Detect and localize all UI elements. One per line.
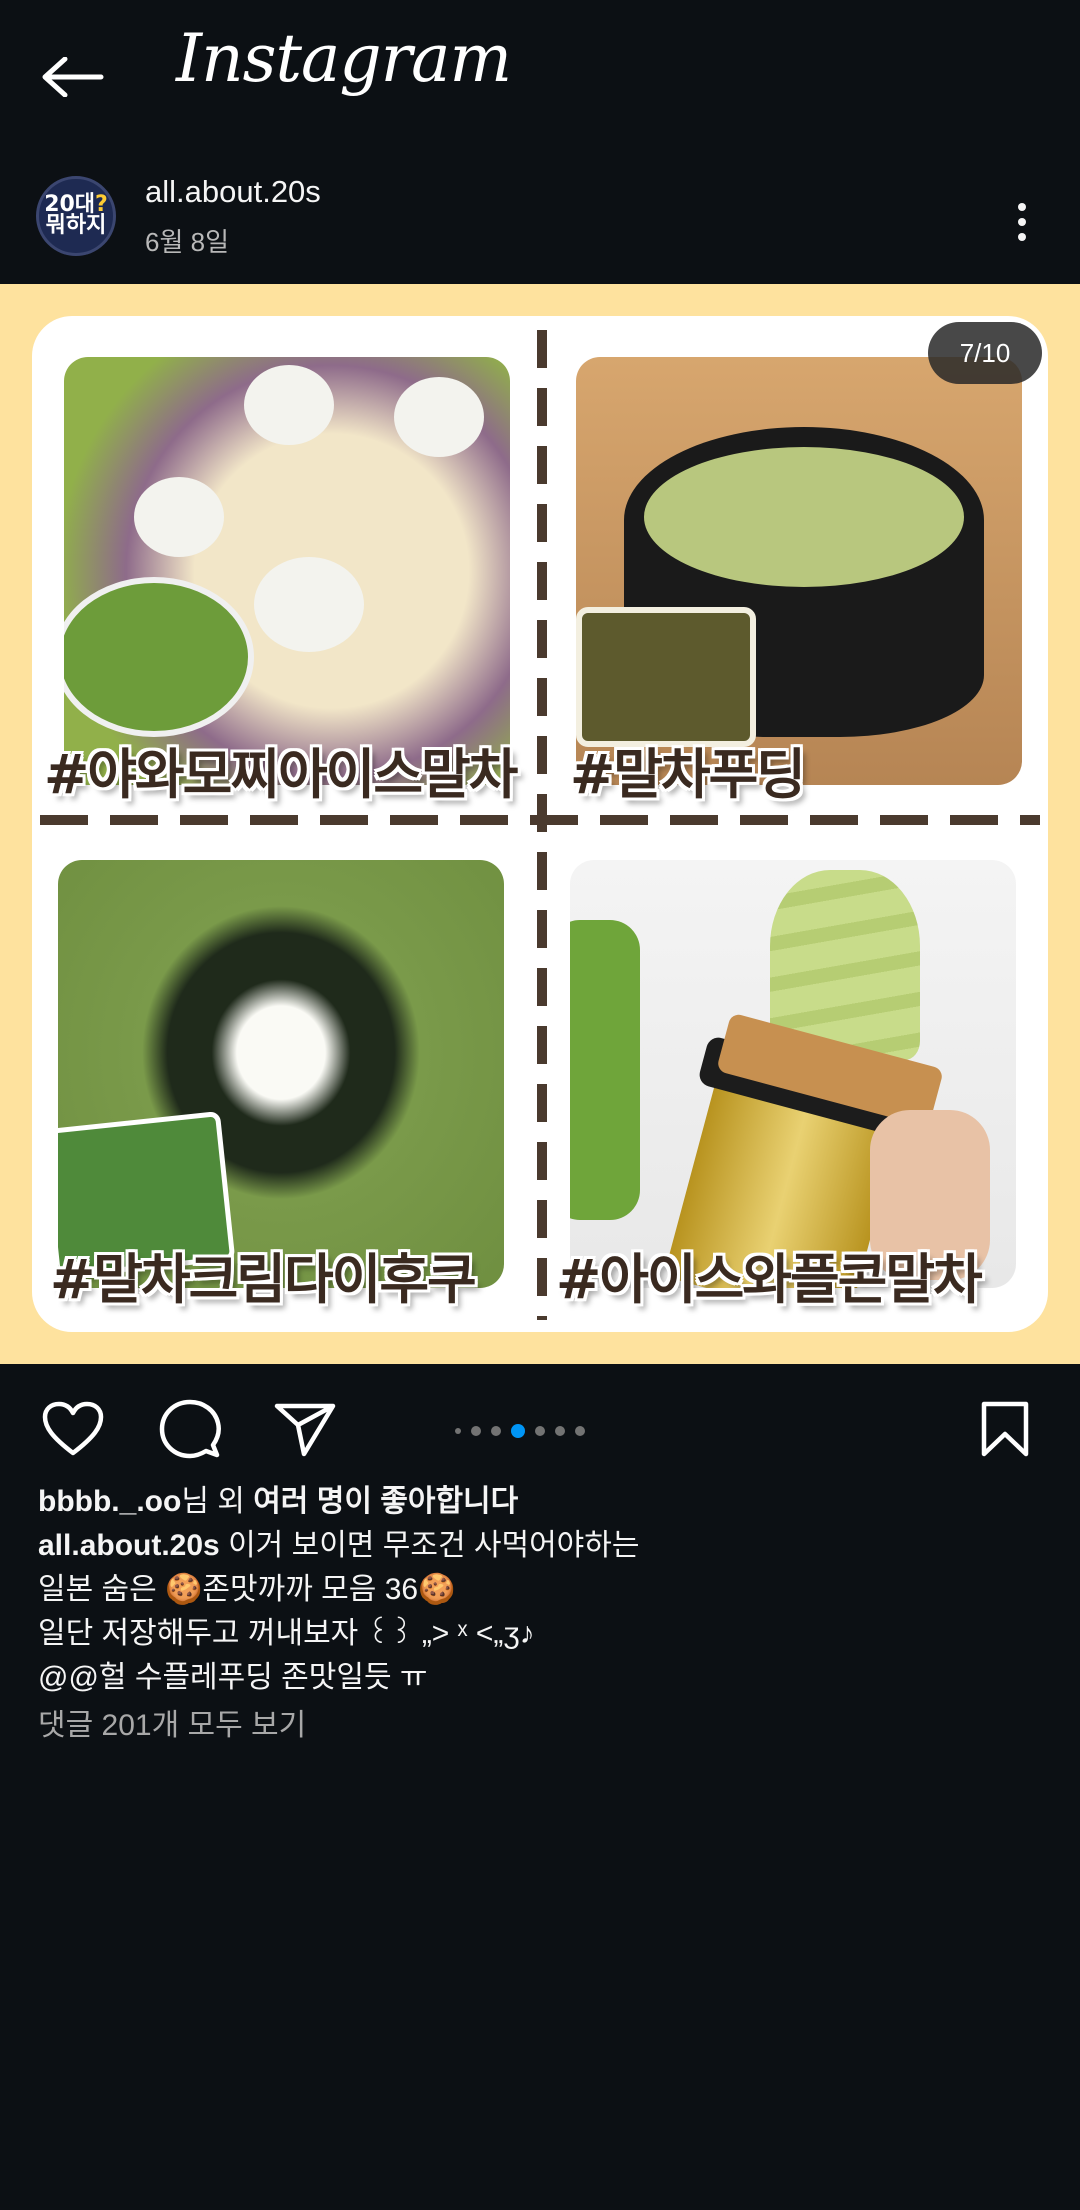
likes-user[interactable]: bbbb._.oo [38, 1485, 181, 1518]
photo-ice-waffle-cone-matcha [570, 860, 1016, 1288]
more-dot-icon [1018, 218, 1026, 226]
avatar[interactable]: 20대? 뭐하지 [36, 176, 116, 256]
likes-count-text[interactable]: 여러 명이 좋아합니다 [253, 1485, 518, 1518]
hashtag-label: #아이스와플콘말차 [556, 1248, 983, 1311]
more-options-button[interactable] [1000, 190, 1044, 254]
comment-button[interactable] [155, 1394, 225, 1464]
carousel-indicator [455, 1424, 585, 1438]
caption-line: 일본 숨은 🍪존맛까까 모음 36🍪 [38, 1573, 456, 1606]
grid-divider-vertical [537, 330, 547, 1320]
top-bar: Instagram [0, 0, 1080, 150]
caption-area: bbbb._.oo님 외 여러 명이 좋아합니다 all.about.20s 이… [38, 1480, 1038, 1748]
bookmark-icon [981, 1401, 1029, 1457]
save-button[interactable] [970, 1394, 1040, 1464]
caption-text: all.about.20s 이거 보이면 무조건 사먹어야하는 [38, 1524, 1038, 1568]
post-date: 6월 8일 [145, 227, 229, 257]
caption-line: 일단 저장해두고 꺼내보자 ꒰꒱ „> ˣ <„ʒ♪ [38, 1617, 535, 1650]
hashtag-label: #말차푸딩 [570, 743, 806, 806]
carousel-dot [575, 1426, 585, 1436]
avatar-text-bottom: 뭐하지 [45, 213, 107, 238]
carousel-dot-active [511, 1424, 525, 1438]
action-bar [0, 1364, 1080, 1484]
carousel-dot [471, 1426, 481, 1436]
carousel-dot [491, 1426, 501, 1436]
like-button[interactable] [38, 1394, 108, 1464]
carousel-dot [555, 1426, 565, 1436]
grid-divider-horizontal [40, 815, 1040, 825]
caption-line: @@헐 수플레푸딩 존맛일듯 ㅠ [38, 1661, 428, 1694]
photo-matcha-cream-daifuku [58, 860, 504, 1288]
caption-username[interactable]: all.about.20s [38, 1529, 220, 1562]
hashtag-label: #말차크림다이후쿠 [50, 1248, 477, 1311]
photo-matcha-pudding [576, 357, 1022, 785]
caption-line: 이거 보이면 무조건 사먹어야하는 [219, 1529, 640, 1562]
post-header: 20대? 뭐하지 all.about.20s 6월 8일 [0, 160, 1080, 284]
likes-summary[interactable]: bbbb._.oo님 외 여러 명이 좋아합니다 [38, 1480, 1038, 1524]
carousel-counter: 7/10 [928, 322, 1042, 384]
carousel-dot [455, 1428, 461, 1434]
share-button[interactable] [270, 1394, 340, 1464]
hashtag-label: #야와모찌아이스말차 [44, 743, 518, 806]
carousel-dot [535, 1426, 545, 1436]
comment-icon [159, 1399, 221, 1459]
back-button[interactable] [36, 40, 110, 114]
heart-icon [42, 1401, 104, 1456]
more-dot-icon [1018, 233, 1026, 241]
post-username[interactable]: all.about.20s [145, 174, 321, 210]
send-icon [274, 1403, 336, 1457]
photo-yawamochi-ice [64, 357, 510, 785]
instagram-logo: Instagram [176, 20, 512, 97]
back-arrow-icon [42, 57, 104, 97]
more-dot-icon [1018, 203, 1026, 211]
view-all-comments-link[interactable]: 댓글 201개 모두 보기 [38, 1704, 1038, 1748]
likes-suffix: 님 외 [181, 1485, 254, 1518]
